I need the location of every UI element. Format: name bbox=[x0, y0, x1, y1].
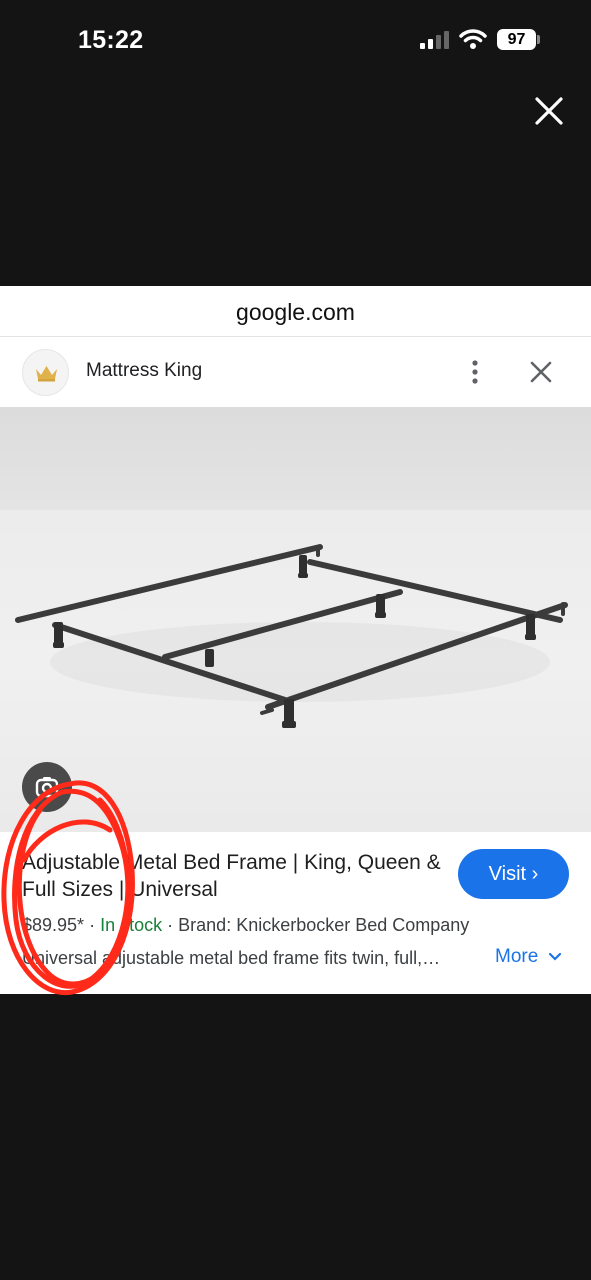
status-time: 15:22 bbox=[78, 26, 144, 54]
more-options-icon[interactable] bbox=[463, 359, 487, 385]
meta-separator: · bbox=[89, 915, 96, 935]
meta-separator: · bbox=[167, 915, 174, 935]
more-label: More bbox=[495, 946, 539, 967]
product-brand: Brand: Knickerbocker Bed Company bbox=[178, 915, 470, 935]
status-bar: 15:22 97 bbox=[0, 0, 591, 80]
google-lens-button[interactable] bbox=[22, 762, 72, 812]
product-image[interactable] bbox=[0, 407, 591, 832]
chevron-down-icon bbox=[548, 952, 561, 961]
close-icon[interactable] bbox=[528, 359, 554, 385]
crown-icon bbox=[36, 366, 57, 382]
source-avatar bbox=[22, 349, 69, 396]
product-info: Adjustable Metal Bed Frame | King, Queen… bbox=[0, 832, 591, 994]
product-description: Universal adjustable metal bed frame fit… bbox=[22, 948, 441, 968]
result-sheet: google.com Mattress King Adjustable Meta… bbox=[0, 286, 591, 994]
cellular-signal-icon bbox=[420, 31, 449, 49]
visit-button[interactable]: Visit › bbox=[458, 849, 569, 899]
source-row[interactable]: Mattress King bbox=[0, 337, 591, 407]
source-name[interactable]: Mattress King bbox=[86, 360, 202, 382]
product-title[interactable]: Adjustable Metal Bed Frame | King, Queen… bbox=[22, 849, 442, 903]
product-meta: $89.95* · In stock · Brand: Knickerbocke… bbox=[22, 915, 469, 936]
close-viewer-icon[interactable] bbox=[530, 92, 568, 130]
battery-indicator: 97 bbox=[497, 29, 536, 50]
stock-status: In stock bbox=[100, 915, 163, 935]
bed-frame-illustration bbox=[15, 544, 568, 728]
more-button[interactable]: More bbox=[495, 946, 562, 968]
lens-icon bbox=[35, 777, 59, 798]
battery-tip bbox=[537, 35, 540, 44]
product-price: $89.95* bbox=[22, 915, 85, 935]
wifi-icon bbox=[459, 29, 487, 49]
domain-label[interactable]: google.com bbox=[0, 286, 591, 337]
